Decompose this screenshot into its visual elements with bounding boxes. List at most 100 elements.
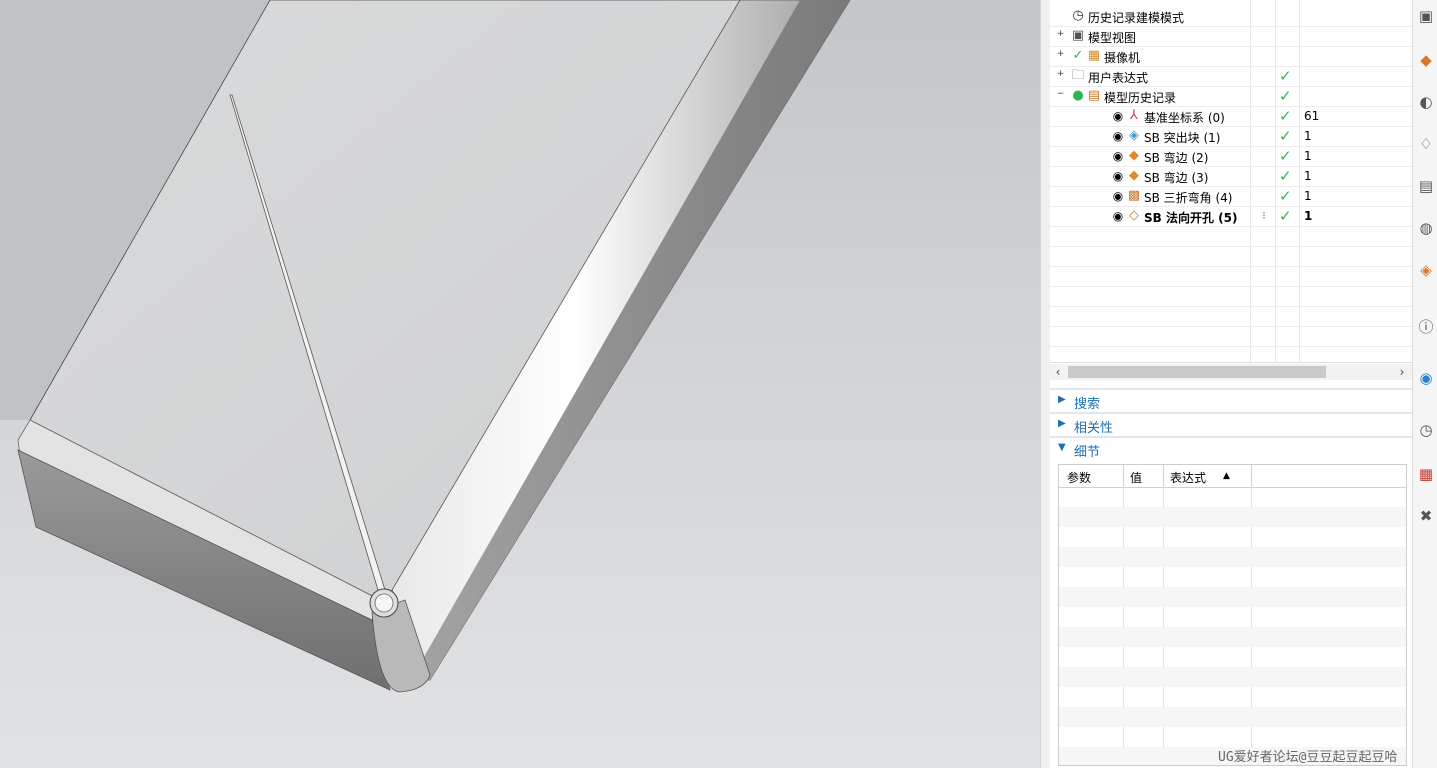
tree-row-label: SB 弯边 (2) [1144,151,1209,165]
visibility-eye-icon[interactable]: ◉ [1110,168,1126,184]
tree-row-label: 历史记录建模模式 [1088,11,1185,25]
tools-icon[interactable]: ✖ [1416,506,1436,526]
details-row [1059,667,1406,687]
empty-tree-row [1050,306,1412,327]
active-status-icon: ● [1072,88,1084,103]
up-to-date-check-icon: ✓ [1279,147,1292,165]
globe-icon[interactable]: ◉ [1416,368,1436,388]
visibility-eye-icon[interactable]: ◉ [1110,108,1126,124]
tree-row[interactable]: ◉ ◇ SB 法向开孔 (5) ⁝ ✓ 1 [1050,206,1412,227]
section-details-label: 细节 [1074,445,1101,460]
details-row [1059,527,1406,547]
empty-tree-row [1050,246,1412,267]
section-search-label: 搜索 [1074,397,1101,412]
up-to-date-check-icon: ✓ [1279,87,1292,105]
model-view-icon: ▣ [1071,28,1085,43]
graphics-viewport[interactable] [0,0,1040,768]
header-value[interactable]: 值 [1130,469,1142,486]
tree-row-label: 模型历史记录 [1104,91,1177,105]
tree-row[interactable]: + ✓ ▦ 摄像机 [1050,46,1412,67]
expand-icon[interactable]: + [1056,50,1065,59]
up-to-date-check-icon: ✓ [1279,67,1292,85]
header-param[interactable]: 参数 [1067,469,1091,486]
expand-icon[interactable]: + [1056,30,1065,39]
expand-down-icon: ▼ [1058,442,1066,453]
camera-icon: ▦ [1087,48,1101,63]
details-row [1059,587,1406,607]
assembly-navigator-icon[interactable]: ◆ [1416,50,1436,70]
details-row [1059,627,1406,647]
expand-right-icon: ▶ [1058,418,1066,429]
scroll-thumb[interactable] [1068,366,1326,378]
empty-tree-row [1050,226,1412,247]
tree-row-count: 1 [1304,129,1312,143]
header-expression[interactable]: 表达式 [1170,469,1206,486]
tree-row-label: SB 三折弯角 (4) [1144,191,1233,205]
collapse-icon[interactable]: − [1056,90,1065,99]
tree-row-label: SB 弯边 (3) [1144,171,1209,185]
details-table: 参数 值 表达式 ▲ [1058,464,1407,766]
tree-row-count: 1 [1304,189,1312,203]
tree-row-label: SB 法向开孔 (5) [1144,211,1238,225]
flange-icon: ◆ [1129,148,1139,163]
section-relations-label: 相关性 [1074,421,1114,436]
up-to-date-check-icon: ✓ [1279,207,1292,225]
hd3d-tools-icon[interactable]: ◍ [1416,218,1436,238]
visibility-eye-icon[interactable]: ◉ [1110,208,1126,224]
tree-row-label: 模型视图 [1088,31,1137,45]
info-icon[interactable]: ⓘ [1416,316,1436,336]
tree-row[interactable]: + ▣ 模型视图 [1050,26,1412,47]
section-search[interactable]: ▶ 搜索 [1050,388,1412,412]
history-icon: ▤ [1087,88,1101,103]
part-navigator: ◷ 历史记录建模模式 + ▣ 模型视图 + ✓ ▦ 摄像机 + 🗀 用户表达式 ✓ − ● ▤ 模型历史记录 ✓ ◉… [1050,0,1412,768]
tree-row[interactable]: ◉ ◆ SB 弯边 (3) ✓ 1 [1050,166,1412,187]
reuse-library-icon[interactable]: ▤ [1416,176,1436,196]
up-to-date-check-icon: ✓ [1279,127,1292,145]
palette-icon[interactable]: ▦ [1416,464,1436,484]
tree-row[interactable]: ◷ 历史记录建模模式 [1050,6,1412,27]
section-relations[interactable]: ▶ 相关性 [1050,412,1412,436]
tab-icon: ◈ [1129,128,1139,143]
datum-csys-icon: ⅄ [1130,108,1138,123]
clock-icon: ◷ [1072,8,1084,23]
tree-row[interactable]: + 🗀 用户表达式 ✓ [1050,66,1412,87]
scroll-left-icon[interactable]: ‹ [1050,364,1066,380]
empty-tree-row [1050,286,1412,307]
history-clock-icon[interactable]: ◷ [1416,420,1436,440]
up-to-date-check-icon: ✓ [1279,167,1292,185]
flange-icon: ◆ [1129,168,1139,183]
resource-bar: ▣ ◆ ◐ ♢ ▤ ◍ ◈ ⓘ ◉ ◷ ▦ ✖ [1412,0,1437,768]
empty-tree-row [1050,346,1412,362]
scroll-right-icon[interactable]: › [1394,364,1410,380]
folder-icon: 🗀 [1071,68,1085,83]
details-row [1059,507,1406,527]
details-row [1059,547,1406,567]
visibility-eye-icon[interactable]: ◉ [1110,128,1126,144]
expand-right-icon: ▶ [1058,394,1066,405]
checkbox-icon[interactable]: ✓ [1070,48,1086,64]
web-browser-icon[interactable]: ◈ [1416,260,1436,280]
expand-icon[interactable]: + [1056,70,1065,79]
details-row [1059,567,1406,587]
section-details[interactable]: ▼ 细节 [1050,436,1412,460]
notification-bell-icon[interactable]: ♢ [1416,134,1436,154]
tree-row[interactable]: ◉ ⅄ 基准坐标系 (0) ✓ 61 [1050,106,1412,127]
visibility-eye-icon[interactable]: ◉ [1110,188,1126,204]
constraint-navigator-icon[interactable]: ◐ [1416,92,1436,112]
part-navigator-icon[interactable]: ▣ [1416,6,1436,26]
details-row [1059,687,1406,707]
up-to-date-check-icon: ✓ [1279,107,1292,125]
sort-ascending-icon: ▲ [1223,471,1230,481]
tree-row[interactable]: ◉ ◈ SB 突出块 (1) ✓ 1 [1050,126,1412,147]
tree-row[interactable]: ◉ ◆ SB 弯边 (2) ✓ 1 [1050,146,1412,167]
tree-row-count: 1 [1304,149,1312,163]
tree-row-label: 摄像机 [1104,51,1141,65]
dependency-icon: ⁝ [1262,209,1266,222]
watermark-text: UG爱好者论坛@豆豆起豆起豆哈 [1218,750,1398,765]
tree-row[interactable]: ◉ ▩ SB 三折弯角 (4) ✓ 1 [1050,186,1412,207]
details-row [1059,487,1406,507]
tree-row[interactable]: − ● ▤ 模型历史记录 ✓ [1050,86,1412,107]
visibility-eye-icon[interactable]: ◉ [1110,148,1126,164]
horizontal-scrollbar[interactable]: ‹ › [1050,364,1412,380]
corner-icon: ▩ [1127,188,1141,203]
